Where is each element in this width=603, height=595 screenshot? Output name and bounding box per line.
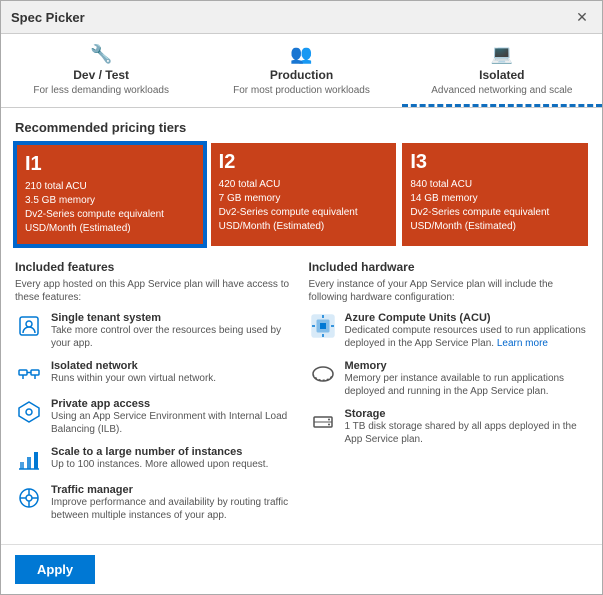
hardware-storage: Storage 1 TB disk storage shared by all … [309,408,589,446]
hardware-col: Included hardware Every instance of your… [309,260,589,532]
tab-production-label: Production [270,68,333,82]
hardware-subtitle: Every instance of your App Service plan … [309,278,589,304]
hardware-acu-desc: Dedicated compute resources used to run … [345,324,589,350]
tier-i3[interactable]: I3 840 total ACU 14 GB memory Dv2-Series… [402,143,588,246]
features-subtitle: Every app hosted on this App Service pla… [15,278,295,304]
feature-traffic-manager-name: Traffic manager [51,484,295,496]
content-area: Recommended pricing tiers I1 210 total A… [1,108,602,544]
traffic-manager-icon [15,484,43,512]
feature-traffic-manager-desc: Improve performance and availability by … [51,496,295,522]
hardware-memory-desc: Memory per instance available to run app… [345,372,589,398]
wrench-icon: 🔧 [9,44,193,65]
apply-button[interactable]: Apply [15,555,95,584]
tab-bar: 🔧 Dev / Test For less demanding workload… [1,34,602,108]
tier-i3-memory: 14 GB memory [410,193,477,204]
tier-i3-id: I3 [410,151,580,174]
feature-single-tenant-name: Single tenant system [51,312,295,324]
tier-i2-price: USD/Month (Estimated) [219,221,325,232]
tier-i2-acu: 420 total ACU [219,179,281,190]
feature-private-access-name: Private app access [51,398,295,410]
feature-scale: Scale to a large number of instances Up … [15,446,295,474]
tab-isolated-label: Isolated [479,68,524,82]
feature-private-access-desc: Using an App Service Environment with In… [51,410,295,436]
tier-i1-memory: 3.5 GB memory [25,195,95,206]
close-button[interactable]: ✕ [572,7,592,27]
pricing-tiers: I1 210 total ACU 3.5 GB memory Dv2-Serie… [15,143,588,246]
storage-icon [309,408,337,436]
tier-i2[interactable]: I2 420 total ACU 7 GB memory Dv2-Series … [211,143,397,246]
hardware-storage-desc: 1 TB disk storage shared by all apps dep… [345,420,589,446]
tier-i1-compute: Dv2-Series compute equivalent [25,209,164,220]
feature-isolated-network-desc: Runs within your own virtual network. [51,372,216,385]
feature-isolated-network: Isolated network Runs within your own vi… [15,360,295,388]
hardware-storage-name: Storage [345,408,589,420]
tab-production-sublabel: For most production workloads [233,85,370,96]
tab-dev-test-sublabel: For less demanding workloads [33,85,169,96]
hardware-acu-name: Azure Compute Units (ACU) [345,312,589,324]
isolated-network-icon [15,360,43,388]
two-column-section: Included features Every app hosted on th… [15,260,588,532]
feature-single-tenant-desc: Take more control over the resources bei… [51,324,295,350]
tab-isolated[interactable]: 💻 Isolated Advanced networking and scale [402,34,602,107]
spec-picker-dialog: Spec Picker ✕ 🔧 Dev / Test For less dema… [0,0,603,595]
tier-i2-id: I2 [219,151,389,174]
tab-isolated-sublabel: Advanced networking and scale [431,85,572,96]
tier-i3-acu: 840 total ACU [410,179,472,190]
feature-single-tenant: Single tenant system Take more control o… [15,312,295,350]
isolated-icon: 💻 [410,44,594,65]
tier-i1-id: I1 [25,153,195,176]
feature-scale-desc: Up to 100 instances. More allowed upon r… [51,458,268,471]
features-title: Included features [15,260,295,274]
tier-i3-price: USD/Month (Estimated) [410,221,516,232]
people-icon: 👥 [209,44,393,65]
scale-icon [15,446,43,474]
hardware-memory: Memory Memory per instance available to … [309,360,589,398]
tab-dev-test[interactable]: 🔧 Dev / Test For less demanding workload… [1,34,201,107]
recommended-section-title: Recommended pricing tiers [15,120,588,135]
tab-dev-test-label: Dev / Test [73,68,129,82]
hardware-memory-name: Memory [345,360,589,372]
acu-icon [309,312,337,340]
feature-traffic-manager: Traffic manager Improve performance and … [15,484,295,522]
memory-icon [309,360,337,388]
tier-i2-compute: Dv2-Series compute equivalent [219,207,358,218]
tier-i3-compute: Dv2-Series compute equivalent [410,207,549,218]
footer: Apply [1,544,602,594]
hardware-acu: Azure Compute Units (ACU) Dedicated comp… [309,312,589,350]
tier-i2-memory: 7 GB memory [219,193,281,204]
dialog-title: Spec Picker [11,10,85,25]
title-bar: Spec Picker ✕ [1,1,602,34]
single-tenant-icon [15,312,43,340]
hardware-title: Included hardware [309,260,589,274]
feature-private-access: Private app access Using an App Service … [15,398,295,436]
feature-scale-name: Scale to a large number of instances [51,446,268,458]
learn-more-link[interactable]: Learn more [497,338,548,349]
tier-i1[interactable]: I1 210 total ACU 3.5 GB memory Dv2-Serie… [15,143,205,246]
tier-i1-price: USD/Month (Estimated) [25,223,131,234]
tab-production[interactable]: 👥 Production For most production workloa… [201,34,401,107]
feature-isolated-network-name: Isolated network [51,360,216,372]
private-access-icon [15,398,43,426]
features-col: Included features Every app hosted on th… [15,260,295,532]
tier-i1-acu: 210 total ACU [25,181,87,192]
